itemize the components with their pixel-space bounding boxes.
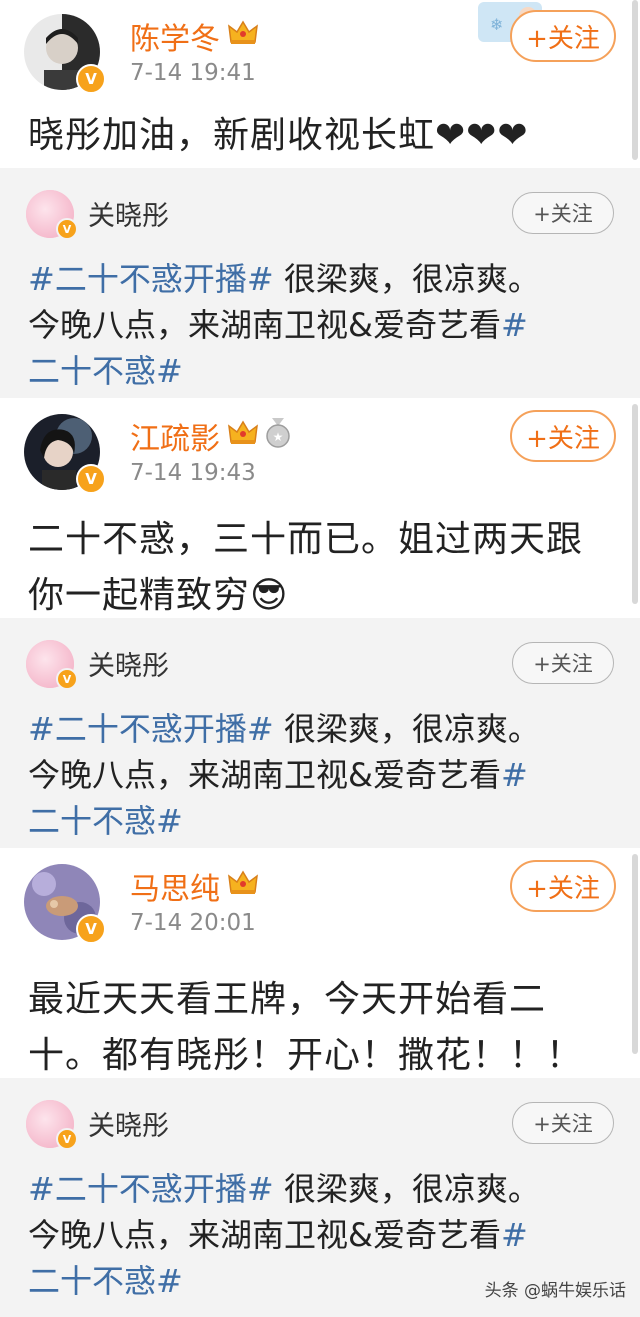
scrollbar[interactable]: [632, 854, 638, 1054]
reposted-weibo[interactable]: V 关晓彤 +关注 #二十不惑开播# 很梁爽，很凉爽。 今晚八点，来湖南卫视&爱…: [0, 168, 640, 398]
svg-text:❄: ❄: [490, 15, 503, 34]
post-text-line: 二十不惑，三十而已。姐过两天跟: [28, 519, 584, 560]
hashtag-link[interactable]: 二十不惑#: [28, 1262, 183, 1300]
post-time: 7-14 19:41: [130, 60, 256, 86]
post-text-line: 十。都有晓彤！开心！撒花！！！: [28, 1035, 584, 1076]
username[interactable]: 陈学冬: [130, 14, 220, 58]
reposted-weibo[interactable]: V 关晓彤 +关注 #二十不惑开播# 很梁爽，很凉爽。 今晚八点，来湖南卫视&爱…: [0, 618, 640, 848]
repost-text: #二十不惑开播# 很梁爽，很凉爽。 今晚八点，来湖南卫视&爱奇艺看# 二十不惑#: [28, 256, 618, 394]
post: V 马思纯 7-14 20:01 +关注 最近天天看王牌，今天开始看二 十。都有…: [0, 850, 640, 1078]
follow-button[interactable]: +关注: [512, 642, 614, 684]
avatar[interactable]: V: [24, 864, 106, 944]
avatar[interactable]: V: [24, 414, 106, 494]
watermark: 头条 @蜗牛娱乐话: [484, 1281, 626, 1301]
follow-button[interactable]: +关注: [510, 10, 616, 62]
verified-badge-icon: V: [76, 914, 106, 944]
repost-username[interactable]: 关晓彤: [88, 194, 169, 233]
repost-text-segment: 很梁爽，很凉爽。: [273, 1170, 540, 1208]
post: V 陈学冬 7-14 19:41 ❄ +关注 晓彤加油，新剧收视长虹❤❤❤: [0, 0, 640, 168]
post-time: 7-14 19:43: [130, 460, 256, 486]
repost-text-segment: 很梁爽，很凉爽。: [273, 260, 540, 298]
post-text-line: 你一起精致穷😎: [28, 575, 289, 616]
svg-text:★: ★: [273, 430, 284, 444]
repost-username[interactable]: 关晓彤: [88, 1104, 169, 1143]
post: V 江疏影 ★ 7-14 19:43 +关注 二十不惑，三十而已。姐过两天跟 你…: [0, 400, 640, 618]
scrollbar[interactable]: [632, 0, 638, 160]
hashtag-link[interactable]: #二十不惑开播#: [28, 1170, 274, 1208]
hashtag-link[interactable]: #二十不惑开播#: [28, 710, 274, 748]
hashtag-link[interactable]: 二十不惑#: [28, 352, 183, 390]
medal-icon: ★: [266, 418, 290, 448]
verified-badge-icon: V: [76, 64, 106, 94]
repost-avatar[interactable]: V: [26, 1100, 78, 1150]
post-text: 最近天天看王牌，今天开始看二 十。都有晓彤！开心！撒花！！！: [28, 972, 583, 1084]
repost-text: #二十不惑开播# 很梁爽，很凉爽。 今晚八点，来湖南卫视&爱奇艺看# 二十不惑#: [28, 706, 618, 844]
post-text: 二十不惑，三十而已。姐过两天跟 你一起精致穷😎: [28, 512, 583, 624]
hashtag-link[interactable]: #: [501, 1216, 528, 1254]
hashtag-link[interactable]: #: [501, 756, 528, 794]
repost-avatar[interactable]: V: [26, 190, 78, 240]
verified-badge-icon: V: [56, 218, 78, 240]
hashtag-link[interactable]: 二十不惑#: [28, 802, 183, 840]
repost-username[interactable]: 关晓彤: [88, 644, 169, 683]
username[interactable]: 马思纯: [130, 864, 220, 908]
crown-icon: [228, 20, 258, 44]
follow-button[interactable]: +关注: [510, 410, 616, 462]
username[interactable]: 江疏影: [130, 414, 220, 458]
hashtag-link[interactable]: #: [501, 306, 528, 344]
weibo-card-1: V 陈学冬 7-14 19:41 ❄ +关注 晓彤加油，新剧收视长虹❤❤❤ V …: [0, 0, 640, 398]
post-time: 7-14 20:01: [130, 910, 256, 936]
repost-text-segment: 今晚八点，来湖南卫视&爱奇艺看: [28, 756, 501, 794]
hashtag-link[interactable]: #二十不惑开播#: [28, 260, 274, 298]
follow-button[interactable]: +关注: [512, 192, 614, 234]
repost-text-segment: 今晚八点，来湖南卫视&爱奇艺看: [28, 1216, 501, 1254]
crown-icon: [228, 420, 258, 444]
verified-badge-icon: V: [56, 1128, 78, 1150]
repost-text-segment: 很梁爽，很凉爽。: [273, 710, 540, 748]
post-text: 晓彤加油，新剧收视长虹❤❤❤: [28, 108, 529, 164]
scrollbar[interactable]: [632, 404, 638, 604]
follow-button[interactable]: +关注: [510, 860, 616, 912]
verified-badge-icon: V: [76, 464, 106, 494]
weibo-card-2: V 江疏影 ★ 7-14 19:43 +关注 二十不惑，三十而已。姐过两天跟 你…: [0, 400, 640, 848]
repost-text-segment: 今晚八点，来湖南卫视&爱奇艺看: [28, 306, 501, 344]
post-text-line: 晓彤加油，新剧收视长虹❤❤❤: [28, 115, 529, 156]
post-text-line: 最近天天看王牌，今天开始看二: [28, 979, 547, 1020]
repost-avatar[interactable]: V: [26, 640, 78, 690]
verified-badge-icon: V: [56, 668, 78, 690]
follow-button[interactable]: +关注: [512, 1102, 614, 1144]
weibo-card-3: V 马思纯 7-14 20:01 +关注 最近天天看王牌，今天开始看二 十。都有…: [0, 850, 640, 1317]
avatar[interactable]: V: [24, 14, 106, 94]
crown-icon: [228, 870, 258, 894]
